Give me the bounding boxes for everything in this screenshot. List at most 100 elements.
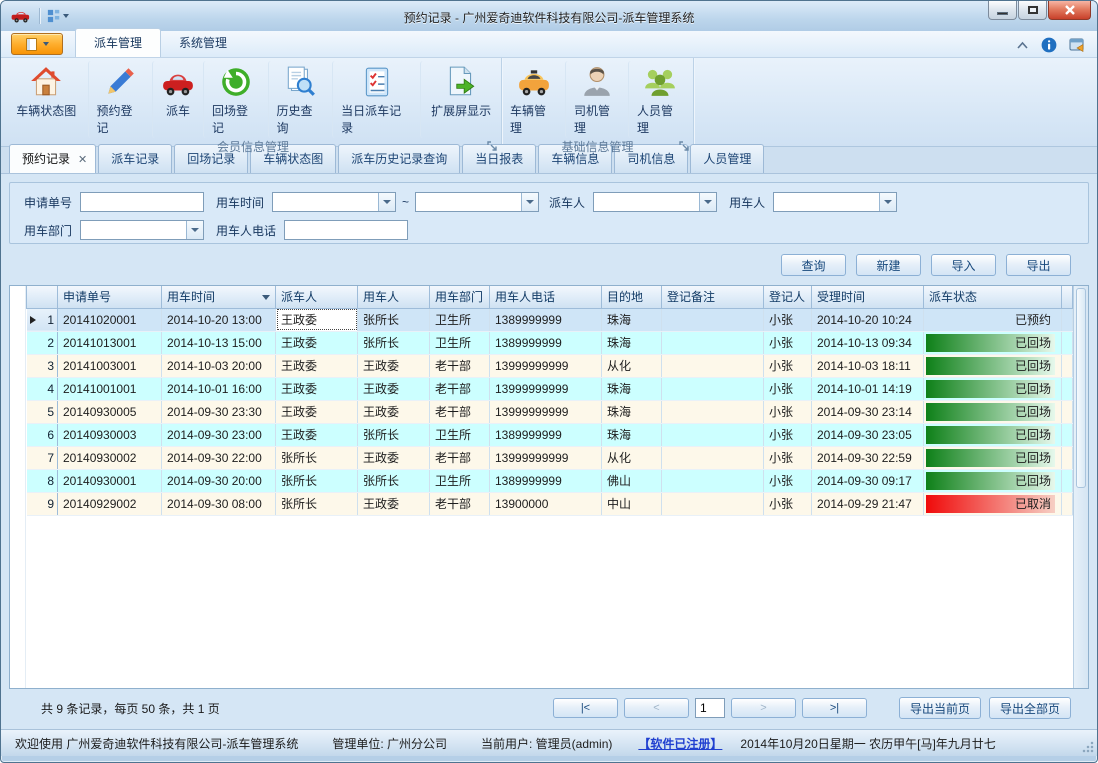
cell-accept_time[interactable]: 2014-09-29 21:47: [812, 492, 924, 515]
dialog-launcher-icon[interactable]: [679, 141, 690, 152]
phone-input[interactable]: [284, 220, 408, 240]
cell-user[interactable]: 张所长: [358, 331, 430, 354]
import-button[interactable]: 导入: [931, 254, 996, 276]
cell-user[interactable]: 张所长: [358, 469, 430, 492]
cell-destination[interactable]: 珠海: [602, 423, 662, 446]
header-status[interactable]: 派车状态: [924, 286, 1062, 308]
table-row[interactable]: 9201409290022014-09-30 08:00张所长王政委老干部139…: [27, 492, 1073, 515]
cell-remark[interactable]: [662, 469, 764, 492]
cell-dispatcher[interactable]: 王政委: [276, 331, 358, 354]
cell-user[interactable]: 王政委: [358, 377, 430, 400]
cell-accept_time[interactable]: 2014-10-01 14:19: [812, 377, 924, 400]
cell-accept_time[interactable]: 2014-09-30 22:59: [812, 446, 924, 469]
prev-page-button[interactable]: <: [624, 698, 689, 718]
header-registrar[interactable]: 登记人: [764, 286, 812, 308]
next-page-button[interactable]: >: [731, 698, 796, 718]
table-row[interactable]: 2201410130012014-10-13 15:00王政委张所长卫生所138…: [27, 331, 1073, 354]
cell-accept_time[interactable]: 2014-09-30 23:14: [812, 400, 924, 423]
return-register-button[interactable]: 回场登记: [203, 61, 268, 138]
cell-indicator[interactable]: 3: [27, 354, 58, 377]
cell-remark[interactable]: [662, 354, 764, 377]
cell-order_no[interactable]: 20141013001: [58, 331, 162, 354]
cell-dispatcher[interactable]: 王政委: [276, 354, 358, 377]
minimize-button[interactable]: [988, 1, 1017, 20]
cell-destination[interactable]: 珠海: [602, 308, 662, 331]
cell-user[interactable]: 张所长: [358, 423, 430, 446]
cell-dispatcher[interactable]: 张所长: [276, 469, 358, 492]
cell-indicator[interactable]: 8: [27, 469, 58, 492]
cell-registrar[interactable]: 小张: [764, 469, 812, 492]
first-page-button[interactable]: |<: [553, 698, 618, 718]
cell-use_time[interactable]: 2014-09-30 08:00: [162, 492, 276, 515]
cell-remark[interactable]: [662, 400, 764, 423]
scrollbar-thumb[interactable]: [1076, 288, 1086, 488]
cell-destination[interactable]: 从化: [602, 354, 662, 377]
today-dispatch-records-button[interactable]: 当日派车记录: [332, 61, 420, 138]
cell-remark[interactable]: [662, 423, 764, 446]
export-all-pages-button[interactable]: 导出全部页: [989, 697, 1071, 719]
cell-destination[interactable]: 珠海: [602, 400, 662, 423]
cell-phone[interactable]: 1389999999: [490, 469, 602, 492]
table-row[interactable]: 7201409300022014-09-30 22:00张所长王政委老干部139…: [27, 446, 1073, 469]
cell-department[interactable]: 老干部: [430, 377, 490, 400]
cell-department[interactable]: 老干部: [430, 354, 490, 377]
query-button[interactable]: 查询: [781, 254, 846, 276]
close-button[interactable]: [1048, 1, 1091, 20]
header-dispatcher[interactable]: 派车人: [276, 286, 358, 308]
dispatcher-combo[interactable]: [593, 192, 717, 212]
header-use-time[interactable]: 用车时间: [162, 286, 276, 308]
cell-status[interactable]: 已回场: [924, 331, 1062, 354]
cell-registrar[interactable]: 小张: [764, 446, 812, 469]
cell-registrar[interactable]: 小张: [764, 354, 812, 377]
cell-registrar[interactable]: 小张: [764, 331, 812, 354]
cell-accept_time[interactable]: 2014-10-03 18:11: [812, 354, 924, 377]
cell-status[interactable]: 已回场: [924, 423, 1062, 446]
cell-order_no[interactable]: 20140930002: [58, 446, 162, 469]
cell-dispatcher[interactable]: 王政委: [276, 400, 358, 423]
header-destination[interactable]: 目的地: [602, 286, 662, 308]
ribbon-tab-system[interactable]: 系统管理: [161, 29, 245, 57]
cell-phone[interactable]: 13900000: [490, 492, 602, 515]
cell-use_time[interactable]: 2014-10-03 20:00: [162, 354, 276, 377]
cell-registrar[interactable]: 小张: [764, 423, 812, 446]
cell-user[interactable]: 张所长: [358, 308, 430, 331]
cell-indicator[interactable]: 9: [27, 492, 58, 515]
cell-status[interactable]: 已取消: [924, 492, 1062, 515]
cell-remark[interactable]: [662, 446, 764, 469]
tab-close-icon[interactable]: ✕: [78, 154, 87, 166]
ribbon-tab-dispatch[interactable]: 派车管理: [75, 28, 161, 57]
department-combo[interactable]: [80, 220, 204, 240]
history-query-button[interactable]: 历史查询: [268, 61, 333, 138]
cell-use_time[interactable]: 2014-10-01 16:00: [162, 377, 276, 400]
cell-phone[interactable]: 13999999999: [490, 377, 602, 400]
cell-use_time[interactable]: 2014-09-30 23:30: [162, 400, 276, 423]
table-row[interactable]: 5201409300052014-09-30 23:30王政委王政委老干部139…: [27, 400, 1073, 423]
cell-order_no[interactable]: 20141020001: [58, 308, 162, 331]
header-department[interactable]: 用车部门: [430, 286, 490, 308]
header-accept-time[interactable]: 受理时间: [812, 286, 924, 308]
cell-remark[interactable]: [662, 308, 764, 331]
table-row[interactable]: 3201410030012014-10-03 20:00王政委王政委老干部139…: [27, 354, 1073, 377]
cell-phone[interactable]: 13999999999: [490, 400, 602, 423]
cell-accept_time[interactable]: 2014-10-13 09:34: [812, 331, 924, 354]
last-page-button[interactable]: >|: [802, 698, 867, 718]
cell-status[interactable]: 已回场: [924, 400, 1062, 423]
cell-user[interactable]: 王政委: [358, 354, 430, 377]
dialog-launcher-icon[interactable]: [487, 141, 498, 152]
use-time-from-combo[interactable]: [272, 192, 396, 212]
cell-indicator[interactable]: 7: [27, 446, 58, 469]
vertical-scrollbar[interactable]: [1073, 286, 1088, 688]
cell-accept_time[interactable]: 2014-09-30 23:05: [812, 423, 924, 446]
cell-indicator[interactable]: 4: [27, 377, 58, 400]
cell-indicator[interactable]: 6: [27, 423, 58, 446]
cell-order_no[interactable]: 20140929002: [58, 492, 162, 515]
collapse-ribbon-icon[interactable]: [1016, 41, 1029, 50]
cell-dispatcher[interactable]: 王政委: [276, 308, 358, 331]
cell-indicator[interactable]: 1: [27, 308, 58, 331]
reservation-register-button[interactable]: 预约登记: [88, 61, 153, 138]
table-row[interactable]: 6201409300032014-09-30 23:00王政委张所长卫生所138…: [27, 423, 1073, 446]
info-icon[interactable]: [1041, 37, 1057, 53]
cell-order_no[interactable]: 20141003001: [58, 354, 162, 377]
order-no-input[interactable]: [80, 192, 204, 212]
cell-status[interactable]: 已回场: [924, 354, 1062, 377]
